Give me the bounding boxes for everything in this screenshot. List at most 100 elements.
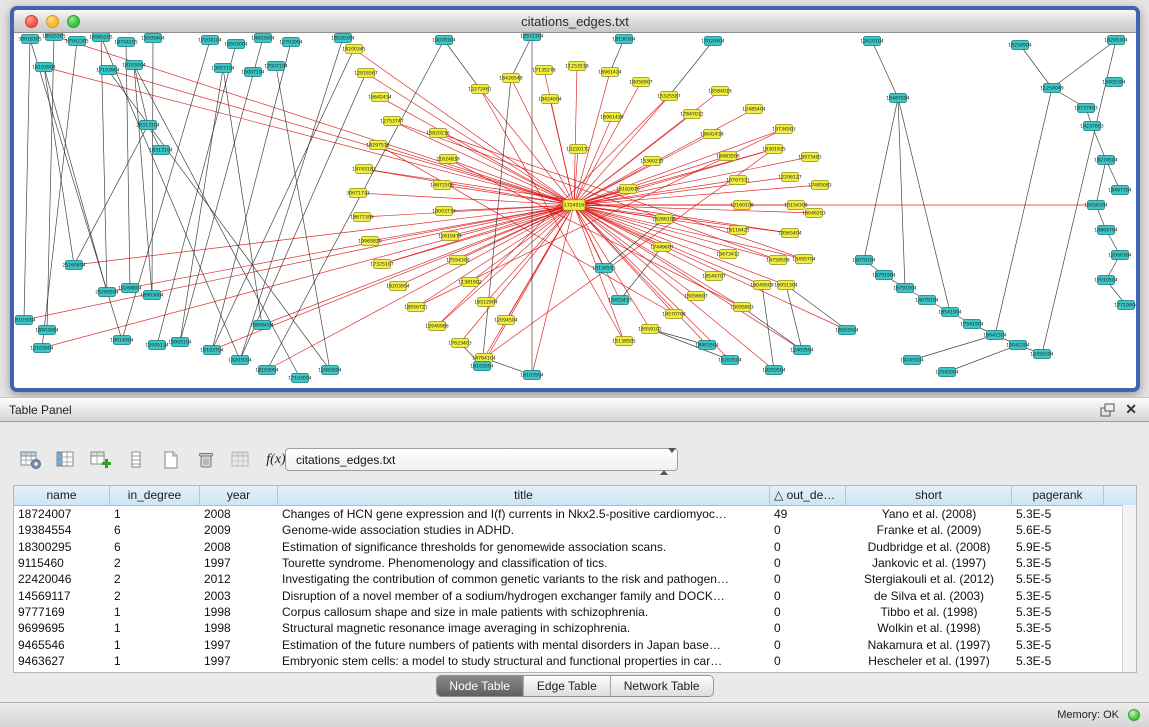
node-table: namein_degreeyeartitle△ out_de…shortpage… [13,485,1137,673]
network-node-label: 15905134 [145,343,168,349]
column-header-5[interactable]: short [846,486,1012,505]
network-node-label: 18025305 [42,34,65,40]
table-cell: 5.3E-5 [1012,589,1104,603]
table-mode-icon[interactable] [16,446,46,474]
float-panel-icon[interactable] [1100,403,1115,417]
network-canvas[interactable]: 1724016182003451281656716642434127537471… [14,33,1136,388]
table-row[interactable]: 911546021997Tourette syndrome. Phenomeno… [14,555,1136,571]
column-header-0[interactable]: name [14,486,110,505]
table-cell: 9465546 [14,638,110,652]
column-header-3[interactable]: title [278,486,770,505]
network-node-label: 12272461 [468,87,491,93]
network-node-label: 17562305 [65,39,88,45]
network-node-label: 13095803 [730,305,753,311]
network-node-label: 17020404 [701,39,724,45]
network-node-label: 19734503 [772,127,795,133]
table-row[interactable]: 977716911998Corpus callosum shape and si… [14,604,1136,620]
new-file-icon[interactable] [156,446,186,474]
network-node-label: 12816567 [354,71,377,77]
network-node-label: 16512904 [474,300,497,306]
table-cell: 9463627 [14,654,110,668]
network-edge [669,41,713,96]
import-table-icon[interactable] [226,446,256,474]
column-header-6[interactable]: pagerank [1012,486,1104,505]
network-node-label: 17325107 [370,262,393,268]
network-edge [74,125,148,265]
network-edge [574,205,804,259]
network-edge [47,36,54,330]
memory-status-label: Memory: OK [1057,709,1119,721]
delete-icon[interactable] [191,446,221,474]
table-row[interactable]: 1872400712008Changes of HCN gene express… [14,506,1136,522]
network-edge [276,66,330,370]
table-cell: Yano et al. (2008) [846,507,1012,521]
table-cell: 2009 [200,523,278,537]
network-node-label: 12940986 [425,324,448,330]
network-node-label: 15673412 [716,252,739,258]
network-node-label: 14079104 [915,298,938,304]
table-cell: 5.3E-5 [1012,556,1104,570]
network-node-label: 18200345 [342,47,365,53]
table-cell: 0 [770,654,846,668]
network-window: citations_edges.txt 17240161820034512816… [10,6,1140,392]
network-node-label: 11254049 [1040,86,1063,92]
network-edge [107,205,574,292]
network-node-label: 14237803 [1080,124,1103,130]
table-row[interactable]: 946362711997Embryonic stem cells: a mode… [14,653,1136,669]
table-cell: Estimation of the future numbers of pati… [278,638,770,652]
network-node-label: 16103704 [200,348,223,354]
network-node-label: 18003733 [432,209,455,215]
tab-edge-table[interactable]: Edge Table [524,676,611,696]
tab-node-table[interactable]: Node Table [436,676,524,696]
memory-status-icon[interactable] [1128,709,1140,721]
table-cell: 0 [770,556,846,570]
network-node-label: 18297512 [366,143,389,149]
table-cell: 2008 [200,507,278,521]
table-row[interactable]: 1830029562008Estimation of significance … [14,539,1136,555]
network-edge [1092,126,1106,160]
show-columns-icon[interactable] [51,446,81,474]
network-node-label: 17007104 [264,64,287,70]
network-node-label: 30018305 [18,37,41,43]
table-row[interactable]: 946554611997Estimation of the future num… [14,636,1136,652]
table-cell: 0 [770,540,846,554]
column-header-2[interactable]: year [200,486,278,505]
table-row[interactable]: 1938455462009Genome-wide association stu… [14,522,1136,538]
close-panel-icon[interactable]: ✕ [1125,401,1137,418]
table-cell: Genome-wide association studies in ADHD. [278,523,770,537]
table-cell: Changes of HCN gene expression and I(f) … [278,507,770,521]
table-row[interactable]: 1456911722003Disruption of a novel membe… [14,587,1136,603]
rows-icon[interactable] [121,446,151,474]
column-header-4[interactable]: △ out_de… [770,486,846,505]
column-header-1[interactable]: in_degree [110,486,200,505]
network-node-label: 12983004 [318,368,341,374]
table-cell: 18300295 [14,540,110,554]
network-node-label: 14743183 [352,167,375,173]
network-node-label: 15138505 [612,339,635,345]
add-column-icon[interactable] [86,446,116,474]
tab-network-table[interactable]: Network Table [611,676,713,696]
table-row[interactable]: 2242004622012Investigating the contribut… [14,571,1136,587]
column-header-filler [1104,486,1136,505]
network-node-label: 15154308 [784,203,807,209]
table-cell: 49 [770,507,846,521]
table-cell: Disruption of a novel member of a sodium… [278,589,770,603]
network-node-label: 19203504 [762,368,785,374]
network-node-label: 12103004 [30,346,53,352]
table-cell: Franke et al. (2009) [846,523,1012,537]
network-node-label: 18056907 [629,80,652,86]
table-toolbar: f(x) [16,445,291,475]
network-node-label: 12160108 [730,203,753,209]
network-node-label: 12945004 [935,370,958,376]
table-select-combobox[interactable]: citations_edges.txt [285,448,678,471]
network-node-label: 15056607 [684,294,707,300]
table-cell: 5.3E-5 [1012,605,1104,619]
network-node-label: 19268804 [118,286,141,292]
network-node-label: 16046203 [802,211,825,217]
table-cell: 2 [110,589,200,603]
network-node-label: 18103504 [470,364,493,370]
table-scrollbar[interactable] [1122,505,1136,672]
network-node-label: 17554300 [446,258,469,264]
table-row[interactable]: 969969511998Structural magnetic resonanc… [14,620,1136,636]
window-titlebar[interactable]: citations_edges.txt [14,10,1136,33]
